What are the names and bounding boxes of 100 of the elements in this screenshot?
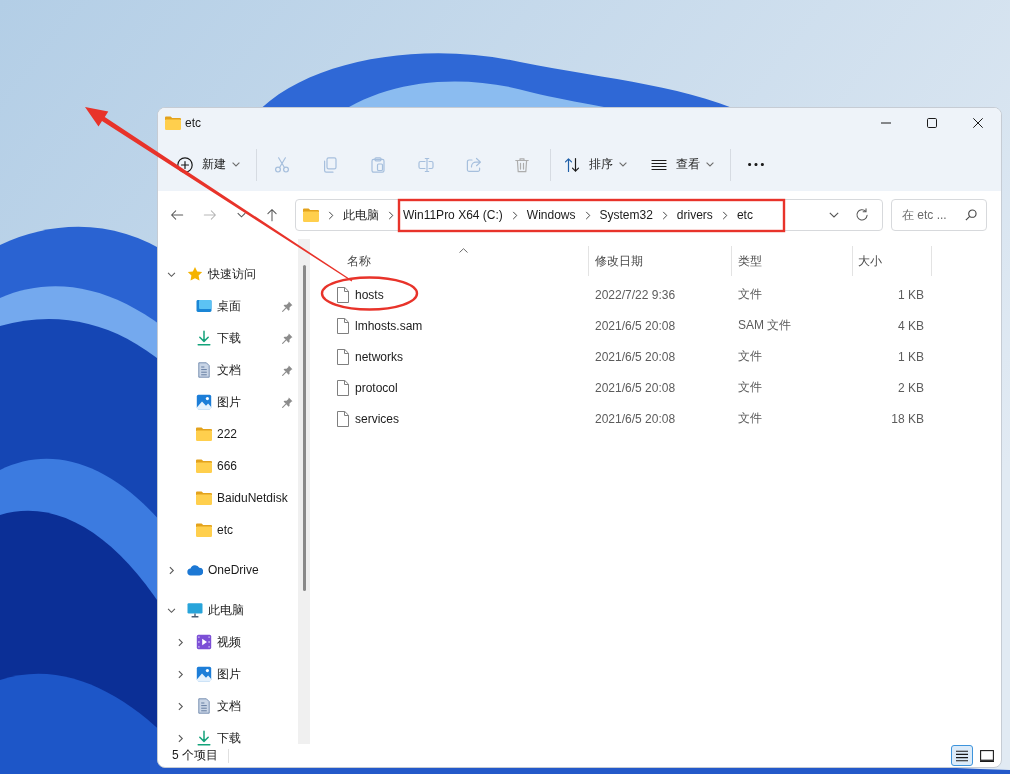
chevron-right-icon[interactable] — [584, 210, 591, 220]
column-header[interactable]: 类型 — [732, 246, 853, 276]
nav-item[interactable]: 桌面 — [158, 298, 298, 314]
copy-icon — [322, 156, 338, 173]
chevron-right-icon[interactable] — [328, 210, 334, 220]
file-row[interactable]: protocol 2021/6/5 20:08 文件 2 KB — [317, 372, 1001, 403]
folder-icon — [196, 458, 212, 474]
new-button[interactable]: 新建 — [169, 146, 248, 183]
file-name: networks — [355, 349, 404, 364]
file-name: hosts — [355, 287, 384, 302]
nav-item[interactable]: 文档 — [158, 362, 298, 378]
file-type: 文件 — [738, 379, 762, 396]
file-size: 1 KB — [898, 349, 924, 364]
window-title: etc — [185, 116, 201, 130]
chevron-right-icon[interactable] — [661, 210, 668, 220]
nav-item[interactable]: 下载 — [158, 730, 298, 746]
file-icon — [337, 379, 349, 396]
modified-date: 2021/6/5 20:08 — [595, 380, 676, 395]
file-row[interactable]: networks 2021/6/5 20:08 文件 1 KB — [317, 341, 1001, 372]
chevron-right-icon[interactable] — [175, 669, 185, 679]
scrollbar-thumb[interactable] — [302, 265, 306, 591]
monitor-icon — [187, 602, 203, 618]
modified-date: 2022/7/22 9:36 — [595, 287, 676, 302]
nav-item[interactable]: 视频 — [158, 634, 298, 650]
file-type: SAM 文件 — [738, 317, 792, 334]
file-icon — [337, 286, 349, 303]
picture-icon — [196, 394, 212, 410]
chevron-right-icon[interactable] — [175, 733, 185, 743]
nav-item[interactable]: 图片 — [158, 394, 298, 410]
nav-item[interactable]: 此电脑 — [158, 602, 298, 618]
nav-item[interactable]: 图片 — [158, 666, 298, 682]
nav-item[interactable]: 下载 — [158, 330, 298, 346]
file-row[interactable]: hosts 2022/7/22 9:36 文件 1 KB — [317, 279, 1001, 310]
video-icon — [196, 634, 212, 650]
chevron-down-icon[interactable] — [166, 269, 176, 279]
refresh-icon — [855, 208, 869, 222]
file-name: lmhosts.sam — [355, 318, 423, 333]
chevron-right-icon[interactable] — [166, 565, 176, 575]
cloud-icon — [187, 562, 203, 578]
nav-item[interactable]: 快速访问 — [158, 266, 298, 282]
document-icon — [196, 362, 212, 378]
sort-icon — [564, 156, 580, 173]
scissors-icon — [274, 156, 290, 173]
square-icon — [980, 749, 994, 762]
sort-button[interactable]: 排序 — [556, 146, 635, 183]
address-bar[interactable]: 此电脑 Win11Pro X64 (C:) Windows System32 drivers etc — [295, 199, 883, 231]
file-type: 文件 — [738, 410, 762, 427]
search-field[interactable]: 在 etc ... — [891, 199, 987, 231]
list-icon — [955, 749, 969, 762]
chevron-right-icon[interactable] — [175, 701, 185, 711]
chevron-right-icon[interactable] — [721, 210, 728, 220]
nav-item[interactable]: OneDrive — [158, 562, 298, 578]
file-icon — [337, 317, 349, 334]
folder-icon — [196, 490, 212, 506]
item-count: 5 个项目 — [172, 747, 218, 764]
plus-circle-icon — [177, 156, 193, 173]
chevron-right-icon[interactable] — [175, 637, 185, 647]
folder-icon — [196, 426, 212, 442]
chevron-down-icon[interactable] — [166, 605, 176, 615]
details-view-button[interactable] — [951, 745, 973, 766]
breadcrumb[interactable]: drivers — [676, 208, 713, 222]
breadcrumb[interactable]: Windows — [526, 208, 576, 222]
nav-item[interactable]: 文档 — [158, 698, 298, 714]
picture-icon — [196, 666, 212, 682]
forward-arrow-icon — [203, 208, 217, 222]
file-size: 4 KB — [898, 318, 924, 333]
file-name: services — [355, 411, 399, 426]
view-button[interactable]: 查看 — [643, 146, 722, 183]
file-size: 1 KB — [898, 287, 924, 302]
modified-date: 2021/6/5 20:08 — [595, 411, 676, 426]
nav-item[interactable]: BaiduNetdisk — [158, 490, 298, 506]
share-icon — [466, 156, 482, 173]
nav-item[interactable]: 666 — [158, 458, 298, 474]
modified-date: 2021/6/5 20:08 — [595, 318, 676, 333]
folder-icon — [196, 522, 212, 538]
nav-item[interactable]: 222 — [158, 426, 298, 442]
file-name: protocol — [355, 380, 398, 395]
text-cursor-icon — [418, 156, 434, 173]
chevron-right-icon[interactable] — [388, 210, 394, 220]
trash-icon — [514, 156, 530, 173]
file-row[interactable]: lmhosts.sam 2021/6/5 20:08 SAM 文件 4 KB — [317, 310, 1001, 341]
file-row[interactable]: services 2021/6/5 20:08 文件 18 KB — [317, 403, 1001, 434]
chevron-right-icon[interactable] — [511, 210, 518, 220]
breadcrumb[interactable]: Win11Pro X64 (C:) — [403, 208, 503, 222]
file-size: 2 KB — [898, 380, 924, 395]
chevron-down-icon — [236, 212, 246, 218]
nav-item[interactable]: etc — [158, 522, 298, 538]
folder-icon — [303, 208, 319, 222]
file-type: 文件 — [738, 348, 762, 365]
chevron-up-icon — [458, 248, 468, 253]
column-header[interactable]: 大小 — [853, 246, 932, 276]
column-header[interactable]: 修改日期 — [589, 246, 732, 276]
document-icon — [196, 698, 212, 714]
breadcrumb[interactable]: 此电脑 — [343, 206, 379, 224]
file-icon — [337, 348, 349, 365]
breadcrumb[interactable]: System32 — [599, 208, 653, 222]
modified-date: 2021/6/5 20:08 — [595, 349, 676, 364]
clipboard-icon — [370, 156, 386, 173]
breadcrumb[interactable]: etc — [736, 208, 753, 222]
file-type: 文件 — [738, 286, 762, 303]
